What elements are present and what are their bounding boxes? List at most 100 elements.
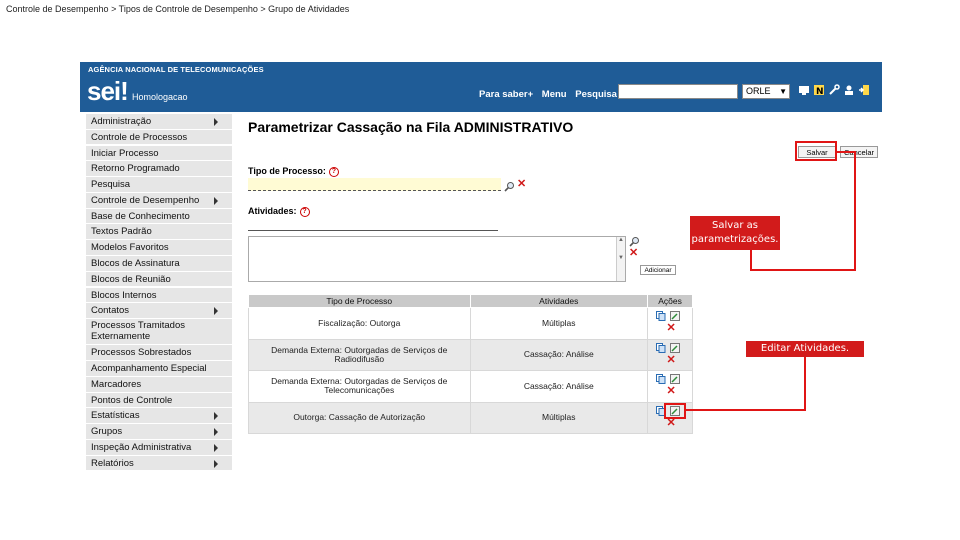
sidebar-item-controle-processos[interactable]: Controle de Processos — [86, 129, 232, 146]
sidebar-item-marcadores[interactable]: Marcadores — [86, 376, 232, 393]
delete-icon[interactable]: ✕ — [666, 417, 676, 428]
page-title: Parametrizar Cassação na Fila ADMINISTRA… — [248, 119, 574, 135]
table-row: Outorga: Cassação de Autorização Múltipl… — [248, 401, 693, 434]
tipo-processo-input[interactable] — [248, 178, 501, 191]
sidebar-item-relatorios[interactable]: Relatórios — [86, 455, 232, 472]
atividades-label-text: Atividades: — [248, 206, 297, 216]
atividades-list[interactable]: ▲ ▼ — [248, 236, 626, 282]
process-type-table: Tipo de Processo Atividades Ações Fiscal… — [248, 294, 693, 434]
sidebar-item-blocos-assinatura[interactable]: Blocos de Assinatura — [86, 256, 232, 272]
link-menu[interactable]: Menu — [542, 89, 567, 100]
caret-right-icon — [214, 459, 218, 468]
cell-atividades: Cassação: Análise — [469, 370, 649, 403]
column-header-atividades[interactable]: Atividades — [469, 294, 649, 308]
sidebar-item-controle-desempenho[interactable]: Controle de Desempenho — [86, 192, 232, 209]
sidebar-item-acompanhamento-especial[interactable]: Acompanhamento Especial — [86, 361, 232, 377]
delete-icon[interactable]: ✕ — [666, 354, 676, 365]
remove-icon[interactable]: ✕ — [517, 179, 526, 190]
cell-acoes: ✕ — [647, 307, 693, 340]
wrench-icon[interactable] — [828, 84, 840, 98]
save-highlight-box — [795, 141, 837, 161]
callout-connector — [854, 151, 856, 271]
sidebar-item-label: Pesquisa — [91, 179, 131, 191]
quick-search-input[interactable] — [618, 84, 738, 99]
callout-connector — [804, 357, 806, 411]
callout-connector — [750, 250, 752, 271]
sidebar-item-inspecao[interactable]: Inspeção Administrativa — [86, 440, 232, 456]
sidebar-item-label: Processos Sobrestados — [91, 347, 192, 359]
unit-select-value: ORLE — [746, 86, 771, 96]
sidebar-item-estatisticas[interactable]: Estatísticas — [86, 408, 232, 425]
monitor-icon[interactable] — [798, 84, 810, 98]
sidebar-item-label: Textos Padrão — [91, 226, 152, 238]
sidebar-item-label: Controle de Processos — [91, 131, 188, 143]
cell-tipo: Fiscalização: Outorga — [248, 307, 471, 340]
sidebar-item-textos-padrao[interactable]: Textos Padrão — [86, 224, 232, 241]
top-header: AGÊNCIA NACIONAL DE TELECOMUNICAÇÕES sei… — [80, 62, 882, 112]
sidebar-menu: Administração Controle de Processos Inic… — [86, 114, 232, 472]
sidebar-item-processos-sobrestados[interactable]: Processos Sobrestados — [86, 345, 232, 361]
search-icon[interactable] — [629, 234, 640, 247]
edit-highlight-box — [664, 403, 686, 419]
sidebar-item-administracao[interactable]: Administração — [86, 114, 232, 130]
sidebar-item-blocos-internos[interactable]: Blocos Internos — [86, 287, 232, 304]
column-header-tipo[interactable]: Tipo de Processo — [248, 294, 471, 308]
delete-icon[interactable]: ✕ — [666, 386, 676, 397]
column-header-acoes: Ações — [647, 294, 693, 308]
sidebar-item-label: Contatos — [91, 305, 130, 317]
cell-tipo: Outorga: Cassação de Autorização — [248, 401, 471, 434]
edit-icon[interactable] — [670, 311, 681, 321]
delete-icon[interactable]: ✕ — [666, 323, 676, 334]
caret-right-icon — [214, 444, 218, 453]
callout-connector — [750, 269, 856, 271]
add-button[interactable]: Adicionar — [640, 265, 676, 275]
copy-icon[interactable] — [656, 311, 666, 321]
table-row: Demanda Externa: Outorgadas de Serviços … — [248, 338, 693, 371]
sidebar-item-retorno-programado[interactable]: Retorno Programado — [86, 161, 232, 177]
remove-icon[interactable]: ✕ — [629, 248, 638, 259]
unit-select[interactable]: ORLE ▼ — [742, 84, 790, 99]
cell-tipo: Demanda Externa: Outorgadas de Serviços … — [248, 370, 471, 403]
atividades-input[interactable] — [248, 218, 498, 231]
table-row: Fiscalização: Outorga Múltiplas ✕ — [248, 307, 693, 340]
search-icon[interactable] — [504, 179, 515, 192]
list-scrollbar[interactable]: ▲ ▼ — [616, 237, 625, 281]
sidebar-item-iniciar-processo[interactable]: Iniciar Processo — [86, 145, 232, 162]
link-pesquisa[interactable]: Pesquisa — [575, 89, 617, 100]
cell-atividades: Múltiplas — [469, 401, 649, 434]
news-icon[interactable]: N — [813, 84, 825, 98]
sidebar-item-grupos[interactable]: Grupos — [86, 424, 232, 440]
sidebar-item-label: Blocos de Assinatura — [91, 258, 180, 270]
sidebar-item-processos-tramitados[interactable]: Processos Tramitados Externamente — [86, 319, 232, 346]
sidebar-item-label: Blocos de Reunião — [91, 273, 171, 285]
sidebar-item-pontos-controle[interactable]: Pontos de Controle — [86, 392, 232, 409]
sidebar-item-contatos[interactable]: Contatos — [86, 303, 232, 319]
caret-right-icon — [214, 428, 218, 437]
sidebar-item-label: Blocos Internos — [91, 289, 157, 301]
caret-right-icon — [214, 118, 218, 126]
copy-icon[interactable] — [656, 374, 666, 384]
cell-tipo: Demanda Externa: Outorgadas de Serviços … — [248, 338, 471, 371]
exit-icon[interactable] — [858, 84, 870, 98]
copy-icon[interactable] — [656, 342, 666, 353]
link-para-saber[interactable]: Para saber+ — [479, 89, 533, 100]
help-icon[interactable]: ? — [328, 166, 339, 177]
edit-icon[interactable] — [670, 342, 681, 353]
table-header-row: Tipo de Processo Atividades Ações — [248, 294, 693, 308]
sidebar-item-pesquisa[interactable]: Pesquisa — [86, 177, 232, 193]
sidebar-item-label: Controle de Desempenho — [91, 194, 200, 206]
cell-atividades: Cassação: Análise — [469, 338, 649, 371]
sidebar-item-label: Iniciar Processo — [91, 147, 159, 159]
cell-atividades: Múltiplas — [469, 307, 649, 340]
sidebar-item-modelos-favoritos[interactable]: Modelos Favoritos — [86, 240, 232, 256]
sei-logo[interactable]: sei! — [87, 77, 129, 105]
table-row: Demanda Externa: Outorgadas de Serviços … — [248, 370, 693, 403]
atividades-label: Atividades:? — [248, 206, 310, 217]
tipo-processo-label-text: Tipo de Processo: — [248, 166, 326, 176]
sidebar-item-label: Inspeção Administrativa — [91, 442, 192, 454]
user-icon[interactable] — [843, 84, 855, 98]
sidebar-item-base-conhecimento[interactable]: Base de Conhecimento — [86, 208, 232, 225]
sidebar-item-blocos-reuniao[interactable]: Blocos de Reunião — [86, 271, 232, 288]
edit-icon[interactable] — [670, 374, 681, 384]
help-icon[interactable]: ? — [299, 206, 310, 217]
